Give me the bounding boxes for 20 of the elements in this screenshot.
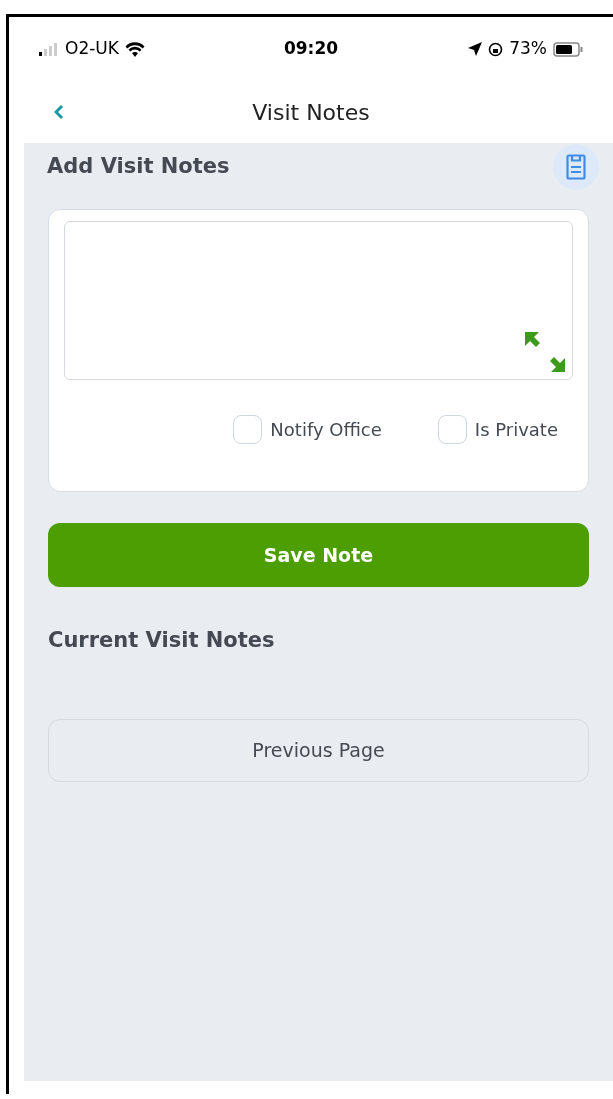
checkbox[interactable]: [437, 415, 467, 444]
rotation-lock-icon: [488, 41, 504, 57]
wifi-icon: [124, 41, 145, 57]
screen-title: Visit Notes: [252, 98, 370, 127]
clock-time: 09:20: [283, 37, 339, 61]
chevron-left-icon: [54, 104, 64, 120]
expand-icon[interactable]: [525, 332, 565, 372]
previous-page-button[interactable]: Previous Page: [48, 718, 589, 782]
checkbox-label: Is Private: [474, 418, 558, 442]
battery-percent: 73%: [509, 37, 547, 61]
location-arrow-icon: [468, 42, 483, 56]
checkbox[interactable]: [233, 415, 263, 444]
signal-icon: [39, 42, 59, 56]
document-icon: [566, 154, 586, 180]
section-heading: Current Visit Notes: [48, 627, 276, 654]
checkbox-label: Notify Office: [270, 418, 382, 442]
section-heading: Add Visit Notes: [47, 153, 230, 181]
notes-button[interactable]: [553, 144, 599, 190]
battery-icon: [553, 41, 583, 57]
carrier-name: O2-UK: [65, 37, 119, 61]
